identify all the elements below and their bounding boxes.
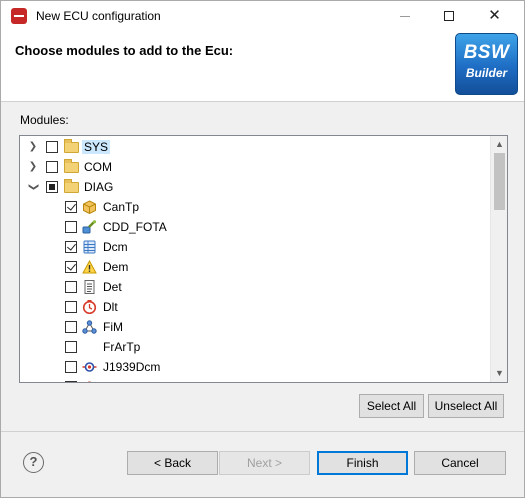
cancel-button[interactable]: Cancel (414, 451, 506, 475)
unselect-all-button[interactable]: Unselect All (428, 394, 504, 418)
checkbox-dem[interactable] (65, 261, 77, 273)
maximize-icon (444, 11, 454, 21)
folder-icon (64, 139, 79, 153)
finish-button[interactable]: Finish (317, 451, 408, 475)
tree-item-label: CanTp (103, 200, 140, 214)
tree-item-sys[interactable]: ❯ SYS (20, 137, 490, 157)
tree-item-dcm[interactable]: Dcm (20, 237, 490, 257)
app-icon (11, 8, 27, 24)
checkbox-cdd-fota[interactable] (65, 221, 77, 233)
tree-item-j1939dcm[interactable]: J1939Dcm (20, 357, 490, 377)
checkbox-diag[interactable] (46, 181, 58, 193)
checkbox-dlt[interactable] (65, 301, 77, 313)
title-bar: New ECU configuration ✕ (1, 1, 524, 31)
tree-item-label: Det (103, 280, 122, 294)
tree-item-label: J1939Dcm (103, 360, 161, 374)
database-icon (82, 240, 97, 254)
tree-item-label: FiM (103, 320, 123, 334)
folder-icon (64, 159, 79, 173)
checkbox-com[interactable] (46, 161, 58, 173)
chevron-right-icon[interactable]: ❯ (27, 140, 39, 154)
modules-tree[interactable]: ❯ SYS ❯ COM ❯ DIAG CanTp CDD_FOTA Dcm De… (19, 135, 508, 383)
checkbox-cantp[interactable] (65, 201, 77, 213)
tree-item-com[interactable]: ❯ COM (20, 157, 490, 177)
checkbox-frartp[interactable] (65, 341, 77, 353)
header-divider (1, 101, 524, 102)
close-icon: ✕ (488, 7, 501, 24)
package-icon (82, 200, 97, 215)
tree-item-cantp[interactable]: CanTp (20, 197, 490, 217)
checkbox-fim[interactable] (65, 321, 77, 333)
next-button[interactable]: Next > (219, 451, 310, 475)
checkbox-j1939dcm[interactable] (65, 361, 77, 373)
network-icon (82, 320, 97, 334)
tree-item-label: Dlt (103, 300, 118, 314)
tree-item-label: Dcm (103, 240, 128, 254)
document-icon (82, 280, 97, 294)
minimize-icon (400, 16, 410, 17)
scroll-down-icon[interactable]: ▼ (491, 365, 507, 382)
chevron-down-icon[interactable]: ❯ (26, 181, 40, 193)
tree-item-dlt[interactable]: Dlt (20, 297, 490, 317)
tree-item-label: FrArTp (103, 340, 141, 354)
folder-icon (64, 179, 79, 193)
tree-item-diag[interactable]: ❯ DIAG (20, 177, 490, 197)
help-icon[interactable]: ? (23, 452, 44, 473)
scroll-up-icon[interactable]: ▲ (491, 136, 507, 153)
maximize-button[interactable] (427, 1, 472, 31)
checkbox-sys[interactable] (46, 141, 58, 153)
wizard-header: Choose modules to add to the Ecu: BSW Bu… (1, 31, 524, 101)
checkbox-dcm[interactable] (65, 241, 77, 253)
tree-item-fim[interactable]: FiM (20, 317, 490, 337)
minimize-button[interactable] (382, 1, 427, 31)
modules-label: Modules: (20, 113, 69, 127)
back-button[interactable]: < Back (127, 451, 218, 475)
tree-item-label: CDD_FOTA (103, 220, 167, 234)
checkbox-det[interactable] (65, 281, 77, 293)
tree-item-label: DIAG (84, 180, 114, 194)
chevron-right-icon[interactable]: ❯ (27, 160, 39, 174)
ecu-config-dialog: New ECU configuration ✕ Choose modules t… (0, 0, 525, 498)
tree-item-label: COM (84, 160, 112, 174)
scroll-thumb[interactable] (494, 153, 505, 210)
footer-divider (1, 431, 524, 432)
tree-item-label: SYS (82, 140, 111, 154)
select-all-button[interactable]: Select All (359, 394, 424, 418)
checkbox-partial[interactable] (65, 381, 77, 382)
close-button[interactable]: ✕ (472, 1, 517, 31)
clock-icon (82, 300, 97, 315)
page-title: Choose modules to add to the Ecu: (15, 43, 234, 58)
window-title: New ECU configuration (36, 9, 161, 23)
vertical-scrollbar[interactable]: ▲ ▼ (490, 136, 507, 382)
tree-item-cdd-fota[interactable]: CDD_FOTA (20, 217, 490, 237)
bsw-builder-logo: BSW Builder (455, 33, 518, 95)
tree-item-partial (20, 377, 490, 382)
tree-item-dem[interactable]: Dem (20, 257, 490, 277)
tree-item-frartp[interactable]: FrArTp (20, 337, 490, 357)
module-icon (82, 380, 97, 382)
warning-icon (82, 259, 97, 274)
j1939-icon (82, 360, 97, 374)
tree-item-label: Dem (103, 260, 129, 274)
tree-item-det[interactable]: Det (20, 277, 490, 297)
wrench-plugin-icon (82, 220, 97, 234)
